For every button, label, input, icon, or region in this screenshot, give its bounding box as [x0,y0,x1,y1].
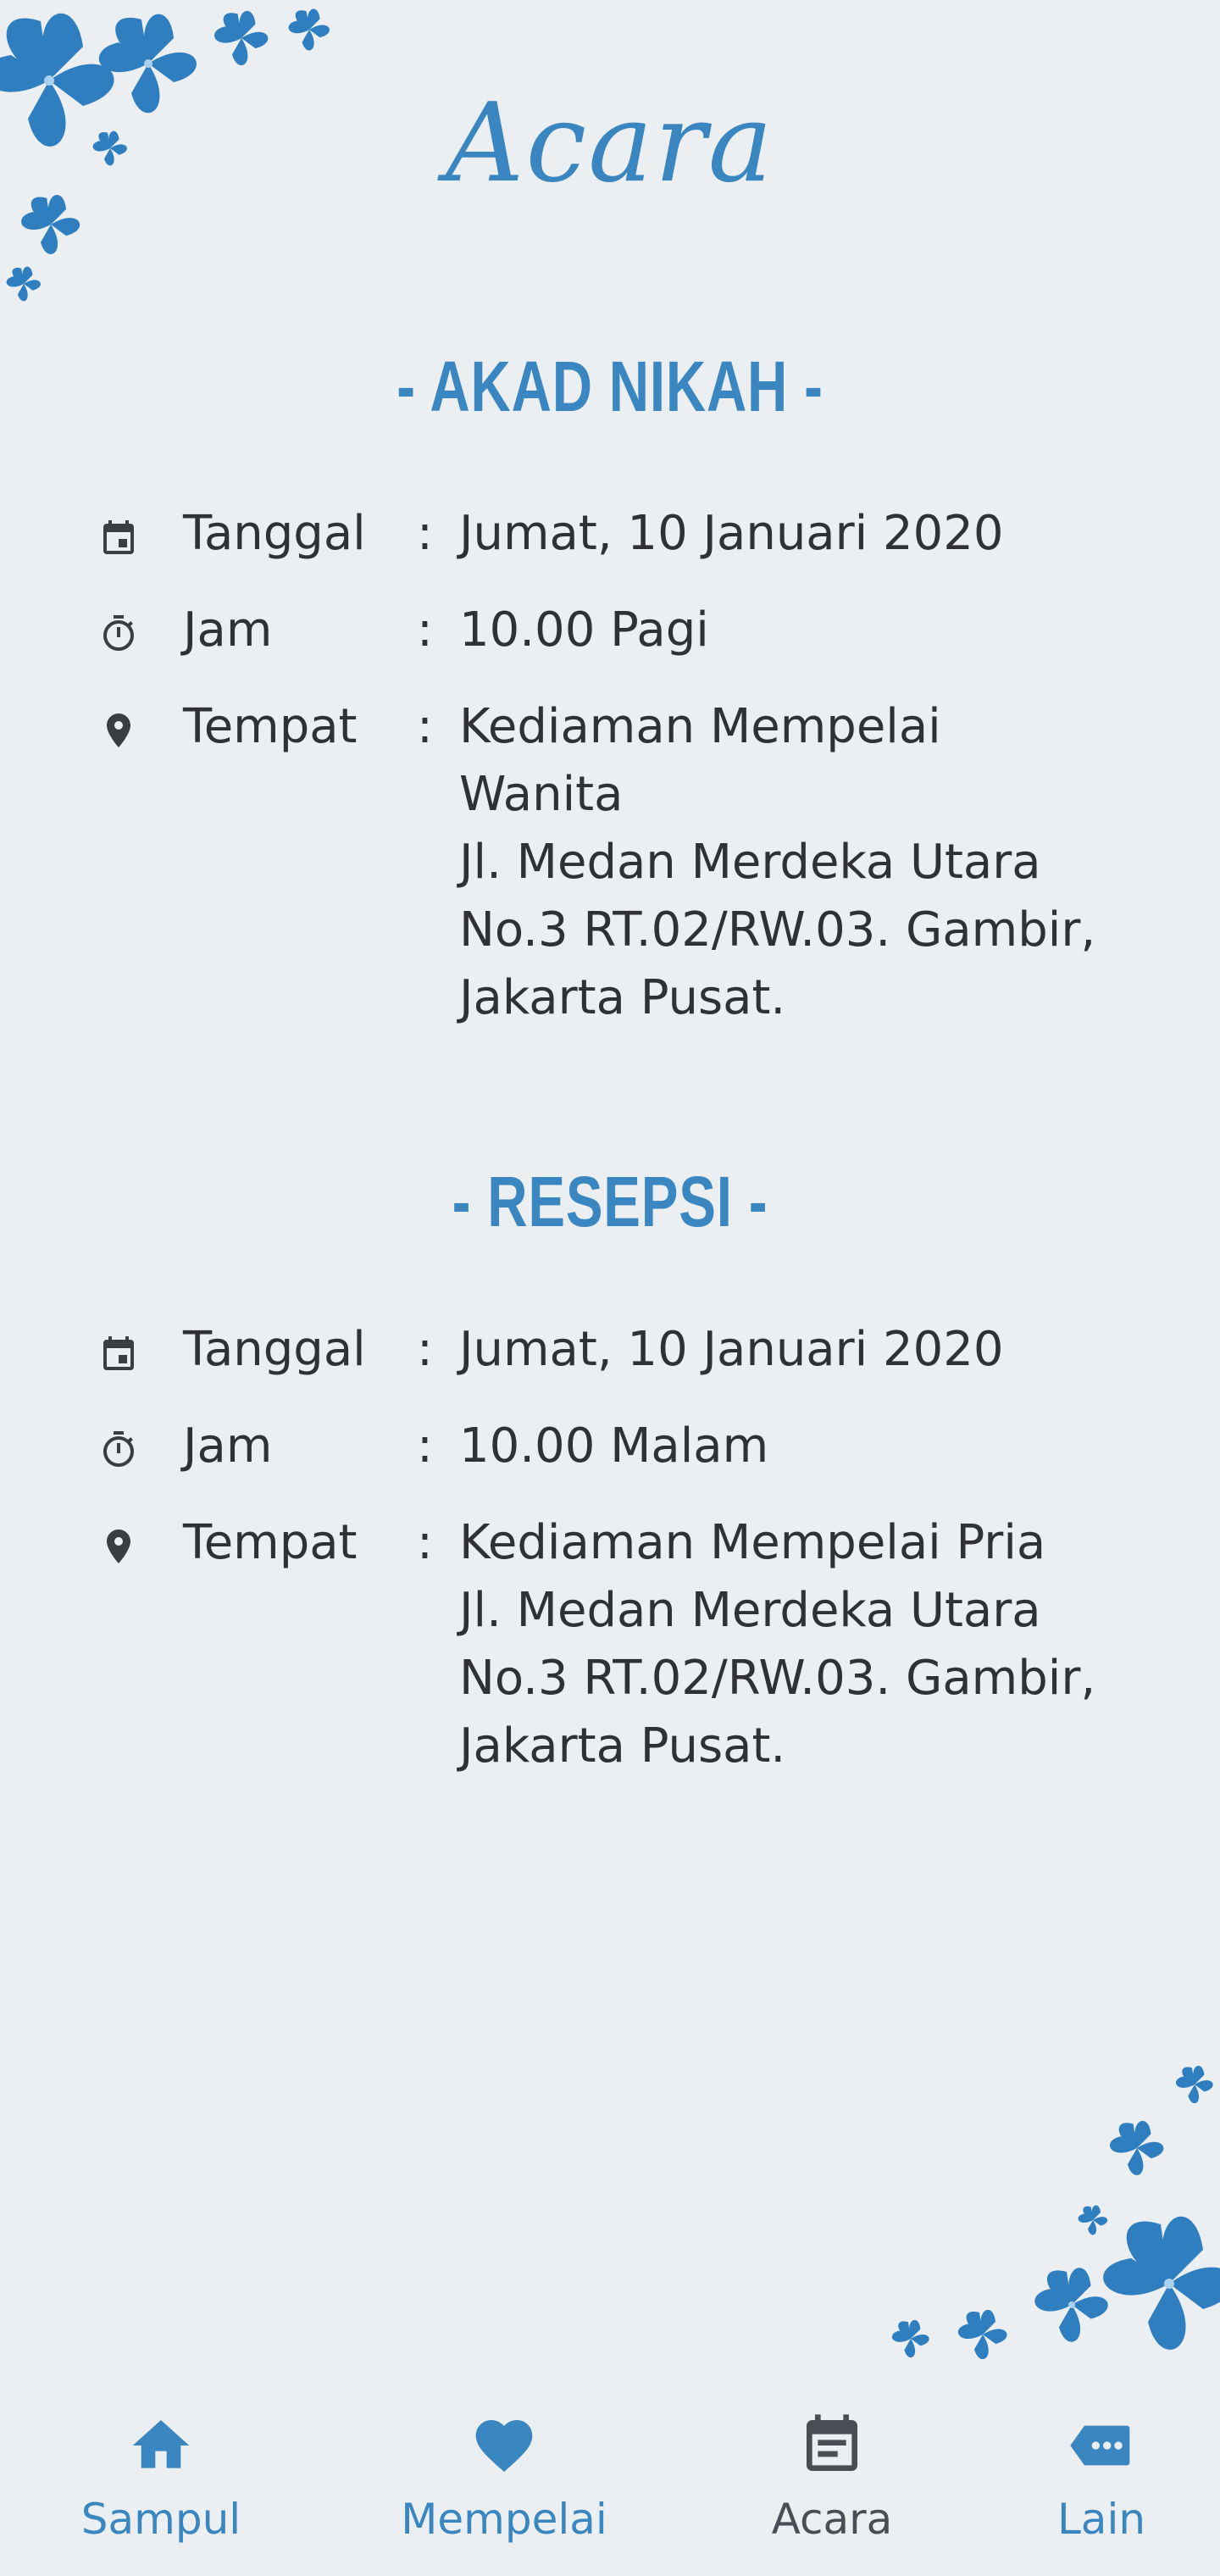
resepsi-tanggal-value: Jumat, 10 Januari 2020 [459,1316,1137,1384]
section-title-akad-nikah: - AKAD NIKAH - [396,347,824,426]
bottom-navigation: Sampul Mempelai Acara Lain [0,2381,1220,2576]
resepsi-jam-label: Jam [183,1418,273,1474]
resepsi-tempat-value: Kediaman Mempelai Pria Jl. Medan Merdeka… [459,1509,1137,1780]
value-line: Kediaman Mempelai Pria [459,1515,1046,1570]
value-line: Jakarta Pusat. [459,970,786,1025]
separator-colon: : [417,1322,433,1377]
akad-jam-label: Jam [183,602,273,658]
value-line: No.3 RT.02/RW.03. Gambir, [459,902,1096,958]
event-note-icon [807,2414,857,2471]
nav-item-acara[interactable]: Acara [730,2381,934,2576]
heart-icon [475,2420,533,2473]
akad-jam-value: 10.00 Pagi [459,597,1137,664]
separator-colon: : [417,602,433,658]
akad-tanggal-value: Jumat, 10 Januari 2020 [459,500,1137,568]
value-line: 10.00 Pagi [459,602,709,658]
resepsi-tempat-label: Tempat [183,1515,358,1570]
nav-label-mempelai: Mempelai [401,2495,607,2544]
value-line: Kediaman Mempelai [459,699,941,754]
nav-label-acara: Acara [771,2495,893,2544]
value-line: Jumat, 10 Januari 2020 [459,506,1004,561]
resepsi-tanggal-label: Tanggal [183,1322,366,1377]
timer-icon [103,615,134,651]
value-line: Jumat, 10 Januari 2020 [459,1322,1004,1377]
floral-decoration-bottom-right [891,2065,1220,2360]
akad-tempat-label: Tempat [183,699,358,754]
value-line: 10.00 Malam [459,1418,769,1474]
value-line: Wanita [459,767,624,822]
calendar-icon [103,520,134,554]
separator-colon: : [417,1418,433,1474]
separator-colon: : [417,1515,433,1570]
home-icon [132,2420,190,2468]
timer-icon [103,1431,134,1467]
akad-tempat-value: Kediaman Mempelai Wanita Jl. Medan Merde… [459,693,1137,1032]
value-line: Jakarta Pusat. [459,1718,786,1774]
nav-label-sampul: Sampul [80,2495,241,2544]
separator-colon: : [417,506,433,561]
value-line: No.3 RT.02/RW.03. Gambir, [459,1651,1096,1706]
nav-label-lain: Lain [1056,2495,1146,2544]
akad-tanggal-label: Tanggal [183,506,366,561]
section-title-resepsi: - RESEPSI - [452,1162,768,1241]
separator-colon: : [417,699,433,754]
calendar-icon [103,1336,134,1370]
value-line: Jl. Medan Merdeka Utara [459,1583,1041,1638]
resepsi-jam-value: 10.00 Malam [459,1413,1137,1480]
chat-bubble-icon [1070,2425,1130,2466]
nav-item-sampul[interactable]: Sampul [59,2381,263,2576]
page-title: Acara [446,80,774,207]
location-pin-icon [107,1530,130,1563]
value-line: Jl. Medan Merdeka Utara [459,835,1041,890]
location-pin-icon [107,713,130,747]
nav-item-mempelai[interactable]: Mempelai [385,2381,623,2576]
nav-item-lain[interactable]: Lain [1008,2381,1195,2576]
